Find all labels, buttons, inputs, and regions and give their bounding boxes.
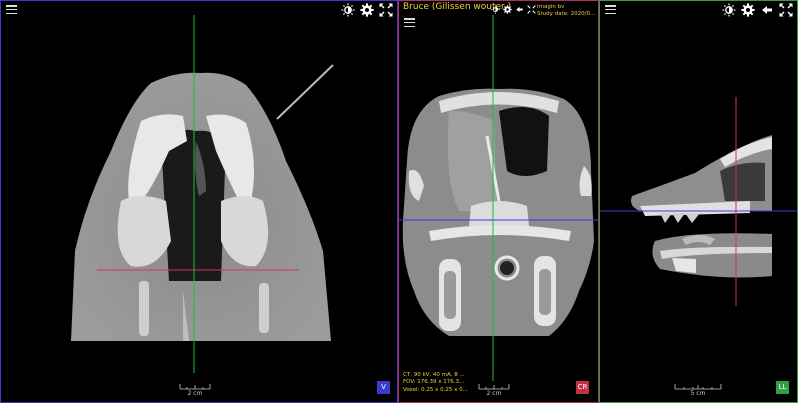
- viewport-coronal[interactable]: Bruce (Gilissen wouter ) Imagin bv Study…: [398, 0, 599, 403]
- fullscreen-icon[interactable]: [379, 3, 393, 17]
- ct-image-coronal: [399, 15, 598, 381]
- brightness-contrast-icon[interactable]: [722, 3, 736, 17]
- brightness-contrast-icon[interactable]: [341, 3, 355, 17]
- gear-icon[interactable]: [741, 3, 755, 17]
- viewport-toolbar: [341, 3, 393, 17]
- arrow-left-icon[interactable]: [760, 3, 774, 17]
- fullscreen-icon[interactable]: [527, 5, 536, 14]
- viewport-sagittal[interactable]: 5 cm LL: [599, 0, 798, 403]
- study-info: Imagin bv Study date: 2020/0...: [537, 4, 595, 18]
- scale-bar: 2 cm: [179, 384, 211, 397]
- arrow-left-icon[interactable]: [515, 5, 524, 14]
- orientation-badge[interactable]: V: [377, 381, 390, 394]
- menu-icon[interactable]: [605, 5, 616, 15]
- scale-bar-label: 2 cm: [486, 390, 502, 397]
- fullscreen-icon[interactable]: [779, 3, 793, 17]
- gear-icon[interactable]: [503, 5, 512, 14]
- viewport-toolbar: [491, 5, 536, 14]
- orientation-badge[interactable]: CR: [576, 381, 589, 394]
- viewport-axial[interactable]: 2 cm V: [0, 0, 398, 403]
- menu-icon[interactable]: [404, 18, 415, 28]
- brightness-contrast-icon[interactable]: [491, 5, 500, 14]
- acquisition-info: CT, 90 kV, 40 mA, 8 ... FOV: 176.39 x 17…: [403, 372, 468, 395]
- voxel-info: Voxel: 0.25 x 0.25 x 0...: [403, 386, 468, 393]
- scale-bar: 5 cm: [674, 384, 722, 397]
- scale-bar-label: 5 cm: [690, 390, 706, 397]
- scale-bar: 2 cm: [478, 384, 510, 397]
- orientation-badge[interactable]: LL: [776, 381, 789, 394]
- acquisition-params: CT, 90 kV, 40 mA, 8 ...: [403, 371, 465, 378]
- fov-info: FOV: 176.39 x 176.3...: [403, 379, 465, 385]
- ct-image-sagittal: [600, 97, 797, 306]
- study-institution: Imagin bv: [537, 4, 565, 10]
- study-date: Study date: 2020/0...: [537, 11, 596, 17]
- gear-icon[interactable]: [360, 3, 374, 17]
- ct-image-axial: [71, 15, 334, 373]
- scale-bar-label: 2 cm: [187, 390, 203, 397]
- viewport-toolbar: [722, 3, 793, 17]
- menu-icon[interactable]: [6, 5, 17, 15]
